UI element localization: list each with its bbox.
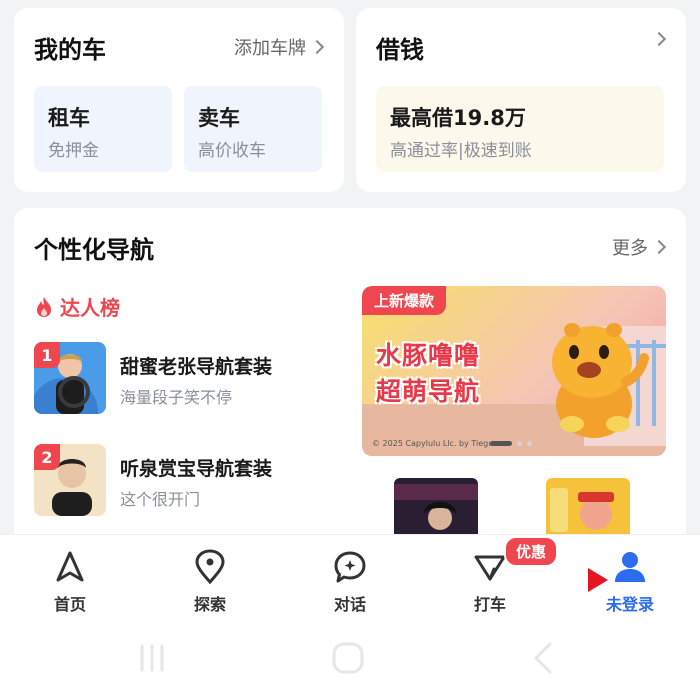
sell-car-tile[interactable]: 卖车 高价收车	[184, 86, 322, 172]
hot-list-label: 达人榜	[60, 296, 120, 320]
tab-label: 打车	[473, 595, 506, 614]
nav-pack-item-2[interactable]: 2 听泉赏宝导航套装 这个很开门	[34, 444, 354, 516]
banner-headline-1: 水豚噜噜	[376, 341, 481, 370]
carousel-dot	[517, 441, 522, 446]
loan-link[interactable]	[651, 31, 667, 47]
home-button-icon[interactable]	[330, 640, 366, 676]
promo-badge: 优惠	[504, 536, 559, 567]
rank-badge: 2	[34, 444, 60, 470]
carousel-indicator	[490, 441, 532, 446]
chevron-right-icon	[651, 31, 667, 47]
more-link[interactable]: 更多	[612, 234, 667, 260]
tab-label: 探索	[193, 595, 226, 614]
promo-banner[interactable]: 上新爆款 水豚噜噜 超萌导航 © 2025 Capylulu Llc. by T…	[362, 286, 666, 456]
loan-offer-sub: 高通过率|极速到账	[390, 141, 532, 161]
nav-pack-title: 听泉赏宝导航套装	[120, 458, 273, 480]
tab-label: 未登录	[605, 595, 654, 614]
loan-offer-main: 最高借19.8万	[390, 106, 526, 130]
hot-list-header[interactable]: 达人榜	[34, 292, 120, 321]
nav-pack-item-1[interactable]: 1 甜蜜老张导航套装 海量段子笑不停	[34, 342, 354, 414]
my-car-card[interactable]: 我的车 添加车牌 租车 免押金 卖车 高价收车	[14, 8, 344, 192]
red-triangle-indicator-icon	[588, 568, 608, 592]
sell-car-sub: 高价收车	[198, 141, 266, 161]
add-plate-label: 添加车牌	[234, 38, 306, 59]
back-button-icon[interactable]	[528, 640, 560, 676]
banner-copyright: © 2025 Capylulu Llc. by Tieguan	[372, 439, 504, 448]
location-pin-icon	[195, 549, 225, 585]
more-label: 更多	[612, 238, 648, 259]
recent-apps-icon[interactable]	[136, 640, 168, 676]
tab-home[interactable]: 首页	[25, 549, 115, 615]
carousel-dot	[527, 441, 532, 446]
sell-car-title: 卖车	[198, 106, 240, 130]
banner-headline-2: 超萌导航	[376, 377, 481, 406]
rank-badge: 1	[34, 342, 60, 368]
taxi-icon	[474, 555, 506, 581]
nav-pack-title: 甜蜜老张导航套装	[120, 356, 273, 378]
chat-bubble-icon	[334, 551, 366, 583]
loan-offer-box[interactable]: 最高借19.8万 高通过率|极速到账	[376, 86, 664, 172]
banner-tag: 上新爆款	[362, 286, 447, 315]
personal-nav-title: 个性化导航	[34, 236, 154, 264]
fire-icon	[37, 296, 51, 317]
chevron-right-icon	[309, 39, 325, 55]
rent-car-title: 租车	[48, 106, 90, 130]
nav-pack-subtitle: 海量段子笑不停	[120, 388, 233, 407]
nav-pack-mini-thumbnail[interactable]	[546, 478, 630, 540]
tab-label: 首页	[53, 595, 86, 614]
nav-pack-mini-thumbnail[interactable]	[394, 478, 478, 540]
rent-car-tile[interactable]: 租车 免押金	[34, 86, 172, 172]
rent-car-sub: 免押金	[48, 141, 99, 161]
user-icon	[615, 552, 645, 582]
tab-label: 对话	[333, 595, 366, 614]
tab-explore[interactable]: 探索	[165, 549, 255, 615]
add-plate-link[interactable]: 添加车牌	[234, 34, 325, 60]
navigation-arrow-icon	[56, 551, 84, 582]
chevron-right-icon	[651, 239, 667, 255]
loan-card[interactable]: 借钱 最高借19.8万 高通过率|极速到账	[356, 8, 686, 192]
tab-chat[interactable]: 对话	[305, 549, 395, 615]
loan-title: 借钱	[376, 36, 424, 64]
my-car-title: 我的车	[34, 36, 106, 64]
personal-nav-card: 个性化导航 更多 达人榜 1 甜蜜老张导航套装 海量段子笑不停 2 听泉赏宝导航…	[14, 208, 686, 548]
nav-pack-subtitle: 这个很开门	[120, 490, 201, 509]
carousel-dot-active	[490, 441, 512, 446]
